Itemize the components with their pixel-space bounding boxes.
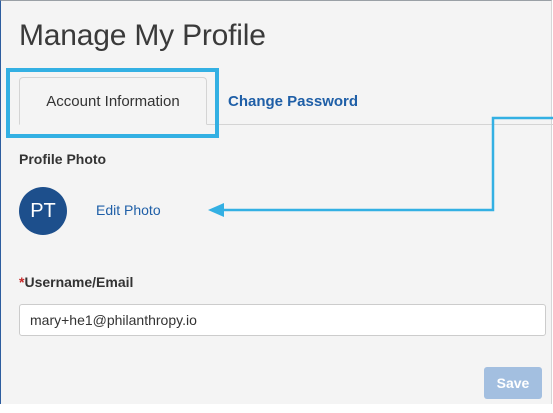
tab-change-password[interactable]: Change Password [228, 77, 358, 125]
avatar: PT [19, 187, 67, 235]
profile-panel: Manage My Profile Account Information Ch… [0, 0, 553, 404]
page-title: Manage My Profile [19, 19, 266, 52]
edit-photo-link[interactable]: Edit Photo [96, 202, 161, 218]
tab-account-information[interactable]: Account Information [19, 77, 207, 125]
username-email-label-text: Username/Email [24, 274, 134, 290]
avatar-initials: PT [30, 199, 56, 222]
profile-photo-label: Profile Photo [19, 151, 107, 167]
profile-tabs: Account Information Change Password [1, 77, 553, 125]
save-button[interactable]: Save [484, 367, 542, 399]
username-email-input[interactable] [19, 304, 546, 336]
username-email-label: *Username/Email [19, 274, 133, 290]
